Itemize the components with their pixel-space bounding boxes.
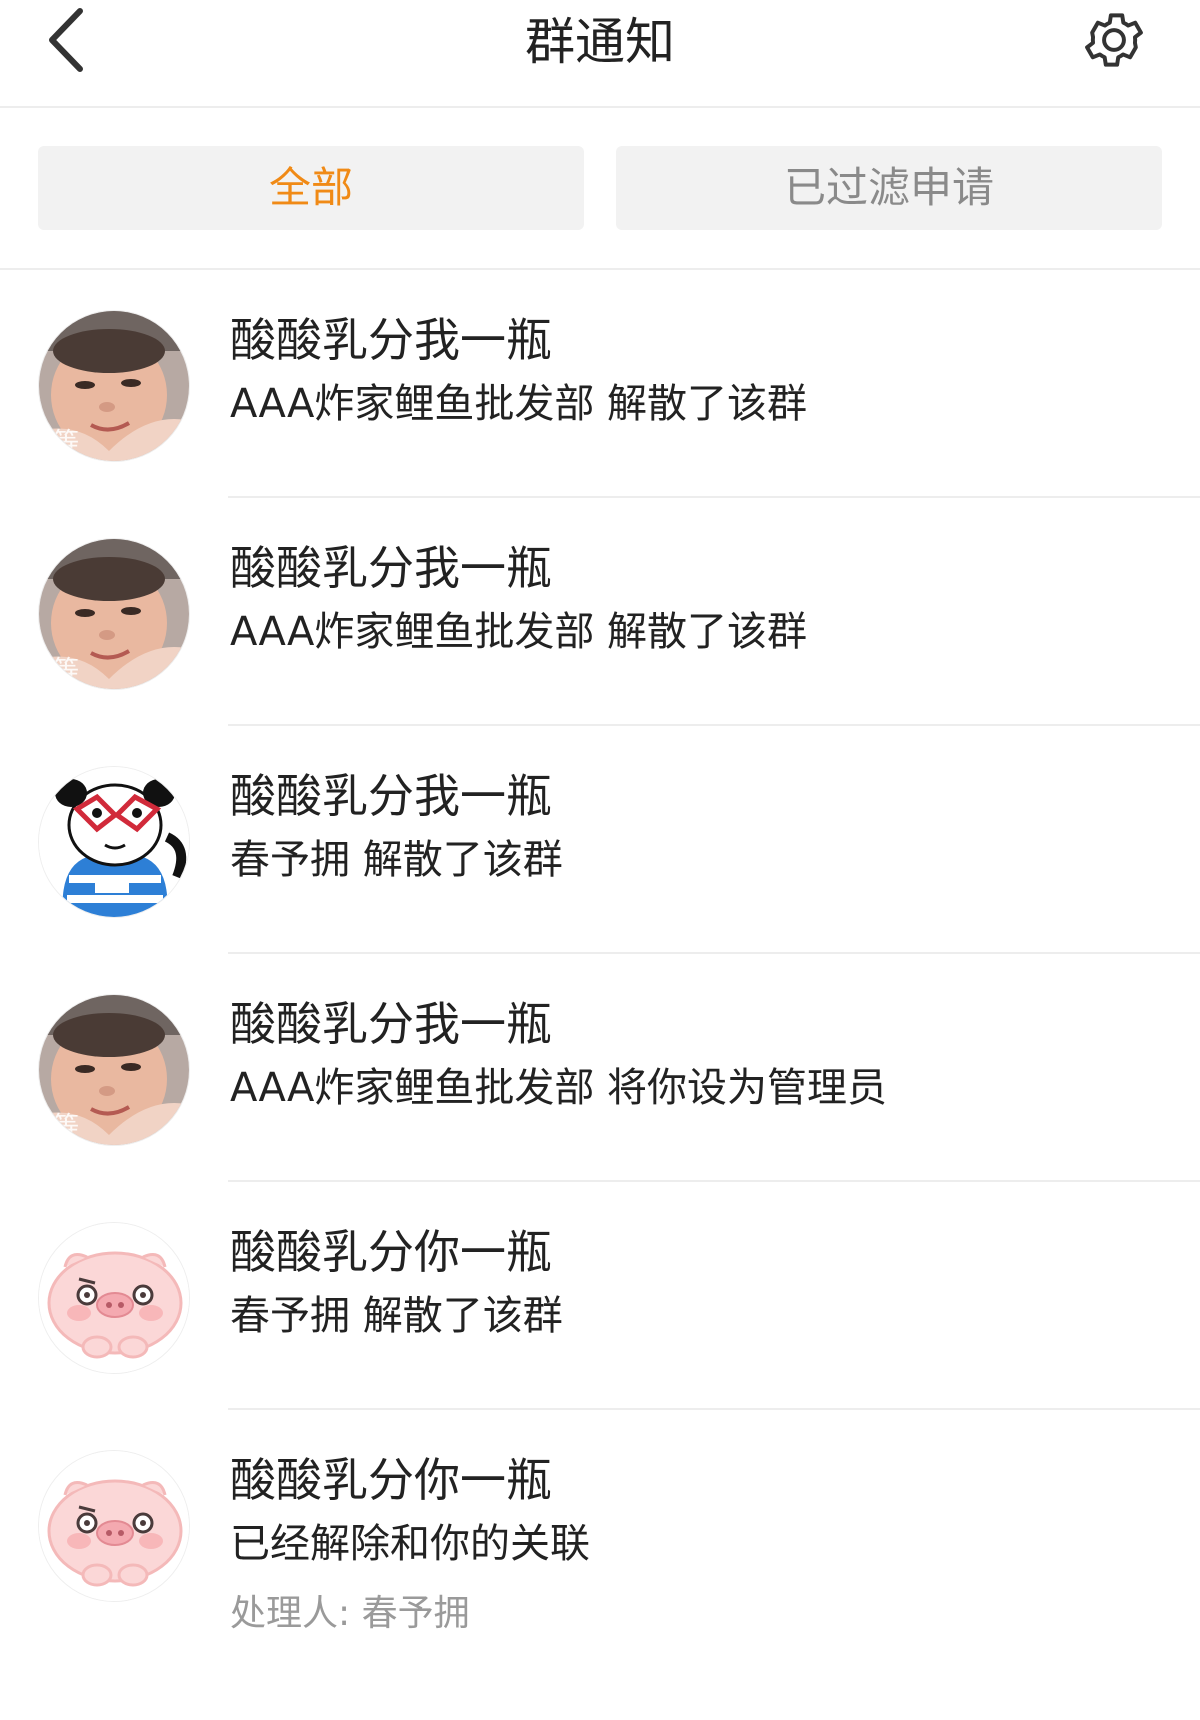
notification-message: AAA炸家鲤鱼批发部 解散了该群 [230,381,808,427]
filter-tabs: 全部 已过滤申请 [0,108,1200,270]
sender-name: 酸酸乳分你一瓶 [230,1225,552,1279]
nav-bar: 群通知 [0,0,1200,108]
back-button[interactable] [30,4,100,80]
handler-label: 处理人: 春予拥 [230,1593,470,1634]
page-title: 群通知 [525,13,675,71]
sender-name: 酸酸乳分我一瓶 [230,313,552,367]
sender-name: 酸酸乳分我一瓶 [230,997,552,1051]
notification-message: 已经解除和你的关联 [230,1521,590,1567]
gear-icon [1080,6,1148,78]
pink-pig-avatar [38,1450,190,1602]
settings-button[interactable] [1074,2,1154,82]
panda-meme-avatar [38,766,190,918]
notification-message: AAA炸家鲤鱼批发部 将你设为管理员 [230,1065,888,1111]
list-item[interactable]: 酸酸乳分我一瓶 春予拥 解散了该群 [0,726,1200,954]
chevron-left-icon [42,5,88,79]
list-item[interactable]: 酸酸乳分我一瓶 AAA炸家鲤鱼批发部 将你设为管理员 [0,954,1200,1182]
sender-name: 酸酸乳分我一瓶 [230,541,552,595]
notification-message: AAA炸家鲤鱼批发部 解散了该群 [230,609,808,655]
sender-name: 酸酸乳分你一瓶 [230,1453,552,1507]
list-item[interactable]: 酸酸乳分你一瓶 已经解除和你的关联 处理人: 春予拥 [0,1410,1200,1720]
pink-pig-avatar [38,1222,190,1374]
list-item[interactable]: 酸酸乳分你一瓶 春予拥 解散了该群 [0,1182,1200,1410]
notification-message: 春予拥 解散了该群 [230,837,563,883]
boy-photo-avatar [38,310,190,462]
notification-list: 酸酸乳分我一瓶 AAA炸家鲤鱼批发部 解散了该群 酸酸乳分我一瓶 AAA炸家鲤鱼… [0,270,1200,1720]
list-item[interactable]: 酸酸乳分我一瓶 AAA炸家鲤鱼批发部 解散了该群 [0,498,1200,726]
notification-message: 春予拥 解散了该群 [230,1293,563,1339]
tab-filtered-requests[interactable]: 已过滤申请 [616,146,1162,230]
list-item[interactable]: 酸酸乳分我一瓶 AAA炸家鲤鱼批发部 解散了该群 [0,270,1200,498]
tab-all[interactable]: 全部 [38,146,584,230]
boy-photo-avatar [38,994,190,1146]
boy-photo-avatar [38,538,190,690]
sender-name: 酸酸乳分我一瓶 [230,769,552,823]
